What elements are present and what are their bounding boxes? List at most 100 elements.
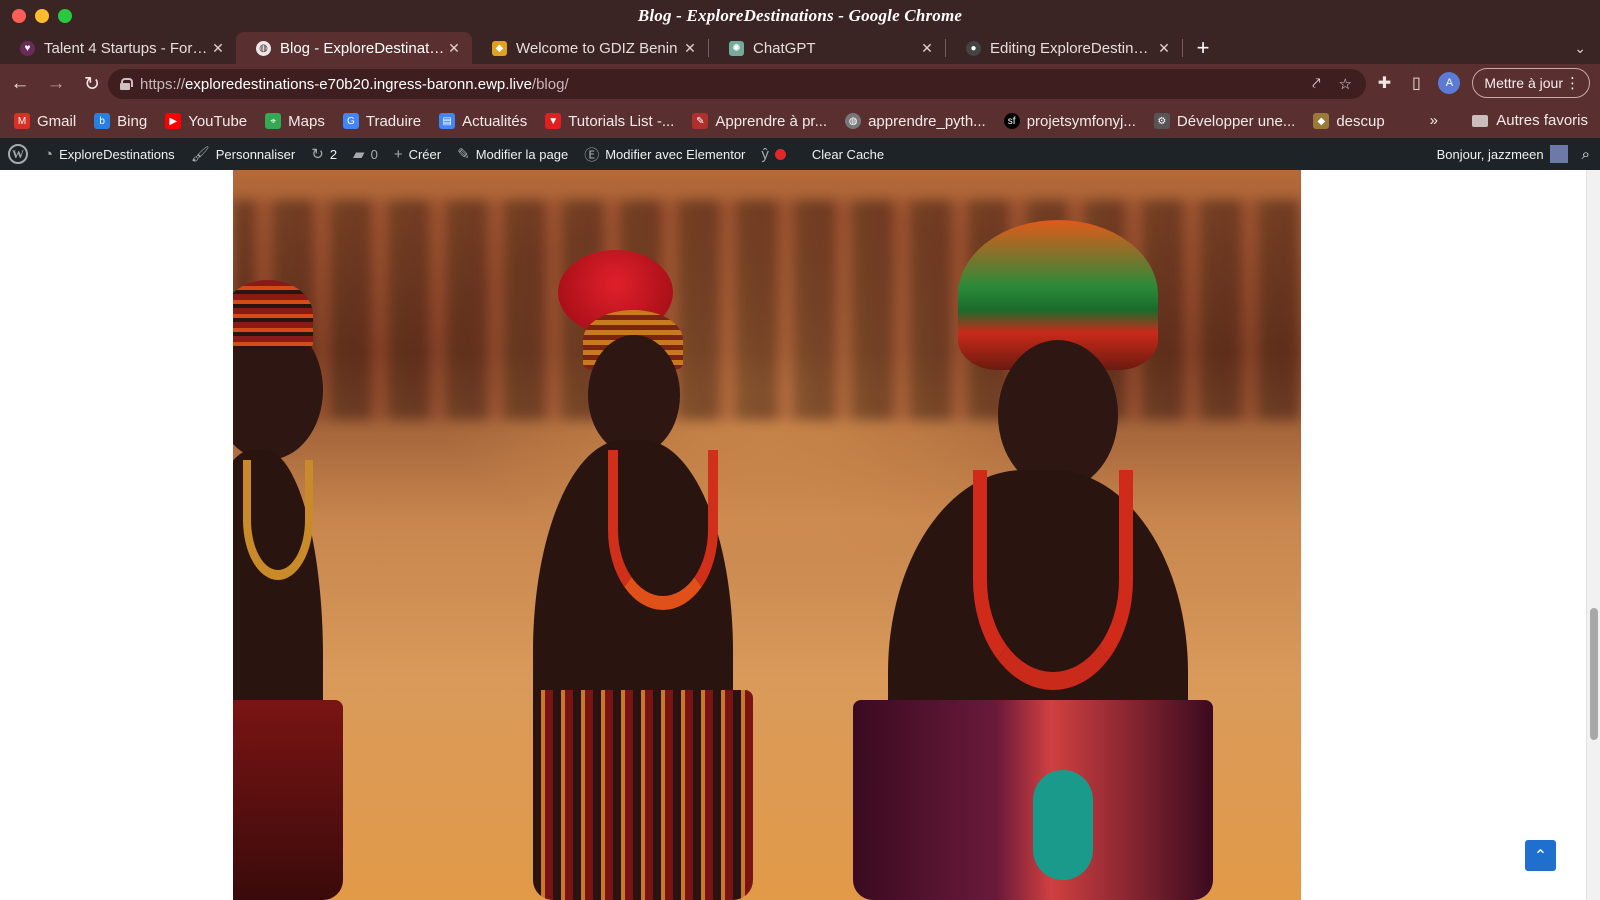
page-scrollbar[interactable] bbox=[1586, 170, 1600, 900]
tab-label: Editing ExploreDestinations bbox=[990, 39, 1156, 57]
bookmark-bing[interactable]: b Bing bbox=[94, 113, 147, 130]
github-icon: ● bbox=[966, 40, 981, 56]
wp-greeting[interactable]: Bonjour, jazzmeen bbox=[1437, 147, 1544, 162]
seo-status-dot bbox=[774, 148, 786, 160]
wp-new-content[interactable]: + Créer bbox=[386, 138, 449, 170]
chevron-up-icon: ⌃ bbox=[1533, 847, 1548, 865]
bookmark-gmail[interactable]: M Gmail bbox=[14, 113, 76, 130]
close-tab-icon[interactable]: ✕ bbox=[682, 40, 698, 57]
tab-talent4startups[interactable]: ♥ Talent 4 Startups - Formulaire ✕ bbox=[0, 32, 236, 64]
comment-icon: ▰ bbox=[353, 146, 365, 163]
dashboard-icon: ◔ bbox=[44, 145, 54, 163]
bookmarks-overflow-button[interactable]: » bbox=[1430, 112, 1438, 129]
bookmark-label: Développer une... bbox=[1176, 112, 1296, 130]
tutorials-icon: ▼ bbox=[545, 113, 562, 129]
bookmark-apprendre[interactable]: ✎ Apprendre à pr... bbox=[692, 113, 827, 130]
minimize-window-button[interactable] bbox=[35, 9, 49, 23]
tab-label: Blog - ExploreDestinations bbox=[280, 39, 446, 57]
bookmark-tutorials-list[interactable]: ▼ Tutorials List -... bbox=[545, 113, 674, 130]
tab-label: Welcome to GDIZ Benin bbox=[516, 39, 678, 57]
close-tab-icon[interactable]: ✕ bbox=[919, 40, 935, 57]
wp-clear-cache[interactable]: Clear Cache bbox=[804, 138, 892, 170]
lock-icon[interactable] bbox=[120, 78, 133, 90]
profile-avatar[interactable]: A bbox=[1438, 72, 1461, 94]
bookmark-projetsymfony[interactable]: sf projetsymfonyj... bbox=[1003, 113, 1136, 130]
avatar[interactable] bbox=[1549, 145, 1568, 163]
update-button[interactable]: Mettre à jour ⋮ bbox=[1472, 68, 1590, 98]
tab-chatgpt[interactable]: ✺ ChatGPT ✕ bbox=[709, 32, 945, 64]
url-host: exploredestinations-e70b20.ingress-baron… bbox=[185, 75, 532, 93]
elementor-icon: Ⓔ bbox=[584, 146, 600, 164]
bookmark-youtube[interactable]: ▶ YouTube bbox=[165, 113, 247, 130]
wp-yoast[interactable]: ŷ bbox=[753, 138, 804, 170]
close-window-button[interactable] bbox=[12, 9, 26, 23]
tab-label: ChatGPT bbox=[753, 39, 816, 57]
bookmark-label: Maps bbox=[288, 112, 325, 130]
wordpress-icon: W bbox=[8, 144, 28, 164]
translate-icon: G bbox=[342, 113, 359, 129]
address-bar[interactable]: https://exploredestinations-e70b20.ingre… bbox=[108, 69, 1366, 99]
wp-comments-count: 0 bbox=[370, 146, 378, 162]
dancer-left-necklace bbox=[243, 460, 313, 580]
close-tab-icon[interactable]: ✕ bbox=[446, 40, 462, 57]
tab-blog-exploredestinations[interactable]: ◍ Blog - ExploreDestinations ✕ bbox=[236, 32, 472, 64]
bookmark-label: Traduire bbox=[365, 112, 422, 130]
bookmark-folder-autres-favoris[interactable]: Autres favoris bbox=[1472, 112, 1588, 129]
wp-customize-label: Personnaliser bbox=[215, 146, 296, 162]
url-path: /blog/ bbox=[531, 75, 569, 93]
globe-icon: ◍ bbox=[845, 113, 862, 129]
bookmark-traduire[interactable]: G Traduire bbox=[342, 112, 422, 130]
address-bar-actions: ⤤ ☆ bbox=[1312, 75, 1352, 93]
close-tab-icon[interactable]: ✕ bbox=[1156, 40, 1172, 57]
side-panel-icon[interactable]: ▯ bbox=[1406, 73, 1426, 93]
wp-new-label: Créer bbox=[408, 146, 442, 162]
bookmark-label: descup bbox=[1336, 112, 1385, 130]
tab-label: Talent 4 Startups - Formulaire bbox=[44, 39, 210, 57]
dev-icon: ⚙ bbox=[1153, 113, 1170, 129]
wp-site-name-label: ExploreDestinations bbox=[59, 146, 175, 162]
heart-icon: ♥ bbox=[20, 40, 35, 56]
title-bar: Blog - ExploreDestinations - Google Chro… bbox=[0, 0, 1600, 32]
wp-comments[interactable]: ▰ 0 bbox=[345, 138, 386, 170]
close-tab-icon[interactable]: ✕ bbox=[210, 40, 226, 57]
share-icon[interactable]: ⤤ bbox=[1312, 75, 1320, 93]
bookmark-label: YouTube bbox=[188, 112, 248, 130]
maximize-window-button[interactable] bbox=[58, 9, 72, 23]
maps-icon: ⌖ bbox=[265, 113, 282, 129]
extensions-icon[interactable]: ✚ bbox=[1374, 73, 1394, 93]
search-icon[interactable]: ⌕ bbox=[1582, 146, 1590, 163]
window-title: Blog - ExploreDestinations - Google Chro… bbox=[637, 6, 963, 25]
chatgpt-icon: ✺ bbox=[729, 40, 744, 56]
wp-updates[interactable]: ↻ 2 bbox=[303, 138, 345, 170]
bookmark-apprendre-python[interactable]: ◍ apprendre_pyth... bbox=[845, 113, 986, 130]
kebab-menu-icon[interactable]: ⋮ bbox=[1565, 74, 1580, 92]
wp-site-name[interactable]: ◔ ExploreDestinations bbox=[36, 138, 183, 170]
back-button[interactable]: ← bbox=[4, 68, 36, 100]
wp-edit-page-label: Modifier la page bbox=[475, 146, 569, 162]
bookmark-label: Apprendre à pr... bbox=[715, 112, 828, 130]
url-text[interactable]: https://exploredestinations-e70b20.ingre… bbox=[140, 76, 569, 93]
reload-button[interactable]: ↻ bbox=[76, 68, 108, 100]
wp-logo-menu[interactable]: W bbox=[0, 138, 36, 170]
dancer-center-necklace bbox=[608, 450, 718, 610]
bookmark-developper[interactable]: ⚙ Développer une... bbox=[1153, 112, 1296, 130]
wp-edit-elementor-label: Modifier avec Elementor bbox=[605, 146, 746, 162]
back-to-top-button[interactable]: ⌃ bbox=[1525, 840, 1556, 871]
wp-edit-page[interactable]: ✎ Modifier la page bbox=[449, 138, 576, 170]
star-icon[interactable]: ☆ bbox=[1339, 75, 1352, 93]
new-tab-button[interactable]: + bbox=[1183, 32, 1223, 64]
forward-button[interactable]: → bbox=[40, 68, 72, 100]
bookmark-label: Actualités bbox=[462, 112, 528, 130]
browser-toolbar: ← → ↻ https://exploredestinations-e70b20… bbox=[0, 64, 1600, 104]
wp-edit-elementor[interactable]: Ⓔ Modifier avec Elementor bbox=[576, 138, 753, 170]
globe-icon: ◍ bbox=[256, 40, 271, 56]
scrollbar-thumb[interactable] bbox=[1590, 608, 1598, 740]
chevron-down-icon[interactable]: ⌄ bbox=[1574, 40, 1586, 57]
tab-editing-exploredestinations[interactable]: ● Editing ExploreDestinations ✕ bbox=[946, 32, 1182, 64]
wp-customize[interactable]: 🖌 Personnaliser bbox=[183, 138, 304, 170]
bookmark-actualites[interactable]: ▤ Actualités bbox=[439, 113, 527, 130]
bookmark-descup[interactable]: ◆ descup bbox=[1313, 112, 1385, 130]
tab-gdiz-benin[interactable]: ◆ Welcome to GDIZ Benin ✕ bbox=[472, 32, 708, 64]
wp-admin-bar: W ◔ ExploreDestinations 🖌 Personnaliser … bbox=[0, 138, 1600, 170]
bookmark-maps[interactable]: ⌖ Maps bbox=[265, 113, 325, 130]
